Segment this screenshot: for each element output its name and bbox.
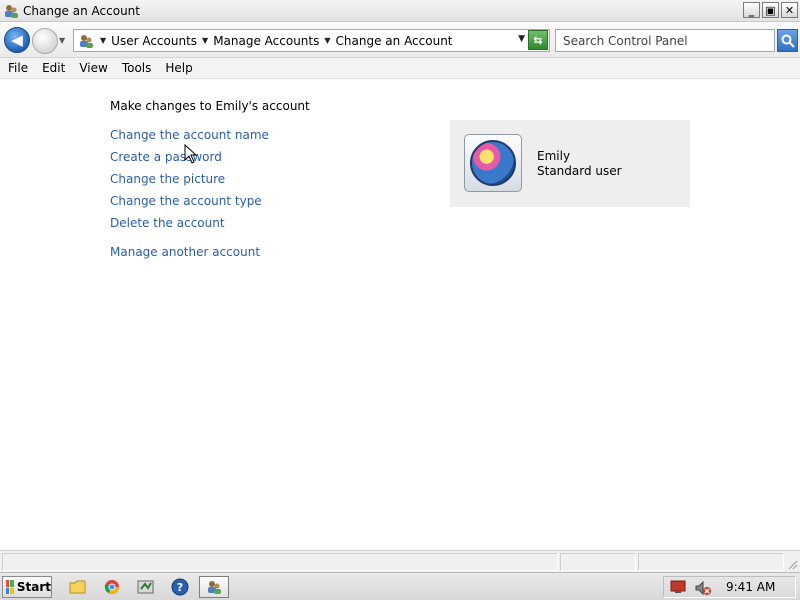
start-label: Start — [16, 580, 51, 594]
status-bar — [0, 550, 800, 572]
refresh-icon: ⇆ — [533, 33, 543, 47]
control-panel-task-button[interactable] — [199, 576, 229, 598]
manage-another-account-link[interactable]: Manage another account — [110, 245, 260, 259]
forward-button[interactable] — [32, 28, 58, 54]
change-account-type-link[interactable]: Change the account type — [110, 194, 262, 208]
avatar — [464, 134, 522, 192]
minimize-button[interactable]: _ — [743, 2, 760, 18]
menu-tools[interactable]: Tools — [122, 61, 152, 75]
system-tray: 9:41 AM — [663, 576, 796, 598]
change-account-name-link[interactable]: Change the account name — [110, 128, 269, 142]
menu-file[interactable]: File — [8, 61, 28, 75]
page-heading: Make changes to Emily's account — [110, 99, 310, 113]
search-button[interactable] — [777, 29, 798, 52]
address-bar[interactable]: ▼ User Accounts ▼ Manage Accounts ▼ Chan… — [73, 29, 550, 52]
folder-icon[interactable] — [66, 576, 90, 598]
windows-logo-icon — [6, 580, 14, 594]
menu-edit[interactable]: Edit — [42, 61, 65, 75]
mouse-cursor-icon — [184, 144, 198, 164]
menu-help[interactable]: Help — [165, 61, 192, 75]
menu-bar: File Edit View Tools Help — [0, 58, 800, 79]
delete-account-link[interactable]: Delete the account — [110, 216, 225, 230]
chevron-down-icon[interactable]: ▼ — [100, 36, 106, 45]
account-name: Emily — [537, 149, 571, 163]
search-icon — [781, 34, 795, 48]
chevron-down-icon[interactable]: ▼ — [202, 36, 208, 45]
volume-muted-icon[interactable] — [694, 580, 712, 596]
breadcrumb-change-account[interactable]: Change an Account — [336, 34, 453, 48]
clock[interactable]: 9:41 AM — [726, 580, 775, 594]
status-pane-right — [638, 553, 784, 571]
taskbar: Start ? 9:41 AM — [0, 572, 800, 600]
resize-grip-icon[interactable] — [786, 558, 798, 570]
start-button[interactable]: Start — [2, 576, 52, 598]
change-picture-link[interactable]: Change the picture — [110, 172, 225, 186]
breadcrumb-user-accounts[interactable]: User Accounts — [111, 34, 197, 48]
control-panel-icon — [208, 581, 221, 594]
help-icon[interactable]: ? — [168, 576, 192, 598]
display-icon[interactable] — [670, 580, 686, 594]
status-pane-middle — [560, 553, 636, 571]
control-panel-icon — [77, 32, 95, 50]
refresh-button[interactable]: ⇆ — [528, 30, 548, 50]
maximize-button[interactable]: ▣ — [762, 2, 779, 18]
account-type: Standard user — [537, 164, 622, 178]
svg-text:?: ? — [177, 581, 183, 594]
recent-pages-dropdown-icon[interactable]: ▼ — [59, 36, 65, 45]
back-arrow-icon: ◀ — [11, 31, 23, 49]
search-input[interactable]: Search Control Panel — [555, 29, 775, 52]
chevron-down-icon[interactable]: ▼ — [324, 36, 330, 45]
user-avatar-icon — [470, 140, 516, 186]
account-card: Emily Standard user — [450, 120, 690, 207]
close-button[interactable]: ✕ — [781, 2, 798, 18]
title-bar: Change an Account _ ▣ ✕ — [0, 0, 800, 22]
address-dropdown-icon[interactable]: ▼ — [518, 34, 525, 44]
chrome-icon[interactable] — [100, 576, 124, 598]
create-password-link[interactable]: Create a password — [110, 150, 222, 164]
status-pane-main — [2, 553, 558, 571]
breadcrumb-manage-accounts[interactable]: Manage Accounts — [213, 34, 319, 48]
menu-view[interactable]: View — [79, 61, 107, 75]
main-content: Make changes to Emily's account Change t… — [0, 80, 800, 550]
navigation-bar: ◀ ▼ ▼ User Accounts ▼ Manage Accounts ▼ … — [0, 22, 800, 58]
media-player-icon[interactable] — [134, 576, 158, 598]
user-accounts-icon — [3, 3, 19, 19]
window-title: Change an Account — [23, 3, 140, 18]
back-button[interactable]: ◀ — [4, 27, 30, 53]
